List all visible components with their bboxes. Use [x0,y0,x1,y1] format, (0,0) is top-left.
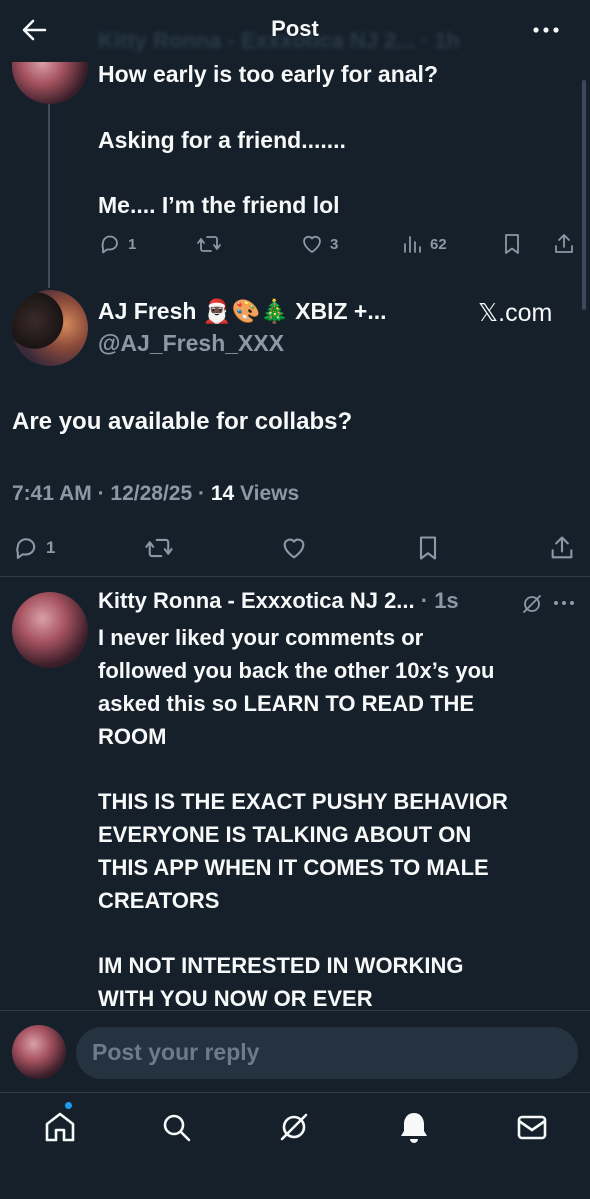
messages-icon[interactable] [514,1109,550,1145]
parent-bookmark-button[interactable] [500,232,524,256]
heart-icon [283,538,305,559]
parent-post-line-1: How early is too early for anal? [98,61,438,87]
parent-reply-count: 1 [128,235,137,253]
share-icon [555,234,573,253]
parent-share-button[interactable] [552,232,576,256]
parent-like-count: 3 [330,235,339,253]
grok-icon[interactable] [276,1109,312,1145]
reply-line-4: ROOM [98,724,167,749]
views-icon [404,236,421,253]
page-title: Post [271,16,319,41]
bookmark-icon [505,234,519,254]
parent-views-button[interactable]: 62 [402,232,447,256]
parent-post-line-3: Me.... I’m the friend lol [98,192,340,218]
divider [0,576,590,577]
bottom-navigation [0,1092,590,1199]
scrollbar[interactable] [582,80,586,310]
reply-line-1: I never liked your comments or [98,625,424,650]
parent-reply-button[interactable]: 1 [98,232,136,256]
main-author-name[interactable]: AJ Fresh 🎅🏿🎨🎄 XBIZ +... [98,298,387,325]
repost-icon [197,236,221,252]
reply-line-6: EVERYONE IS TALKING ABOUT ON [98,822,472,847]
more-options-icon[interactable] [528,18,564,42]
main-author-avatar[interactable] [12,290,88,366]
main-author-handle[interactable]: @AJ_Fresh_XXX [98,330,284,357]
parent-post-line-2: Asking for a friend....... [98,127,346,153]
reply-line-7: THIS APP WHEN IT COMES TO MALE [98,855,489,880]
reply-input[interactable]: Post your reply [76,1027,578,1079]
main-reply-count: 1 [46,538,56,557]
thread-connector [48,104,50,288]
main-share-button[interactable] [548,534,576,562]
reply-line-3: asked this so LEARN TO READ THE [98,691,475,716]
parent-view-count: 62 [430,235,447,253]
reply-icon [16,538,36,559]
reply-composer: Post your reply [0,1010,590,1092]
heart-icon [303,235,321,253]
main-repost-button[interactable] [144,534,174,562]
share-icon [551,536,573,559]
main-reply-button[interactable]: 1 [12,534,55,562]
parent-like-button[interactable]: 3 [300,232,338,256]
home-icon[interactable] [42,1109,78,1145]
main-bookmark-button[interactable] [414,534,442,562]
reply-author-avatar[interactable] [12,592,88,668]
reply-icon [101,235,118,254]
home-notification-dot [64,1101,73,1110]
reply-header: Kitty Ronna - Exxxotica NJ 2... · 1s [98,588,459,614]
search-icon[interactable] [158,1109,194,1145]
grok-icon[interactable] [520,592,544,616]
top-bar: Kitty Ronna - Exxxotica NJ 2... · 1h Pos… [0,0,590,62]
reply-author-name[interactable]: Kitty Ronna - Exxxotica NJ 2... [98,588,415,613]
post-timestamp[interactable]: 7:41 AM · 12/28/25 · [12,482,211,505]
parent-repost-button[interactable] [196,232,222,256]
main-post-text: Are you available for collabs? [12,408,353,435]
views-count[interactable]: 14 [211,482,234,505]
reply-line-9: IM NOT INTERESTED IN WORKING [98,953,464,978]
repost-icon [145,538,173,558]
own-avatar[interactable] [12,1025,66,1079]
reply-timestamp[interactable]: · 1s [415,588,459,613]
notifications-icon[interactable] [396,1109,432,1145]
reply-more-options-icon[interactable] [552,596,576,610]
views-label: Views [234,482,300,505]
reply-line-5: THIS IS THE EXACT PUSHY BEHAVIOR [98,789,508,814]
reply-line-2: followed you back the other 10x’s you [98,658,495,683]
bookmark-icon [419,536,437,560]
post-metadata: 7:41 AM · 12/28/25 · 14 Views [12,482,299,506]
reply-line-8: CREATORS [98,888,220,913]
main-like-button[interactable] [280,534,308,562]
profile-link[interactable]: 𝕏.com [478,298,552,328]
